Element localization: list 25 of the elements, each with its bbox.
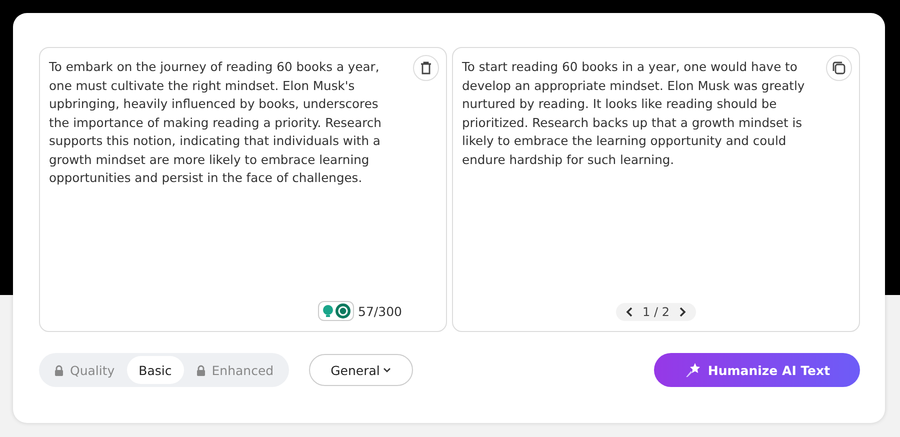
output-text: To start reading 60 books in a year, one would have to develop an appropriate mindset. Elon Musk was greatly nurtured by reading. It looks like reading should be prioritized. Research backs up that a growth mindset is likely to embrace the learning opportunity and could endure hardship for such learning. xyxy=(462,59,806,168)
input-panel[interactable] xyxy=(39,47,447,332)
trash-icon xyxy=(420,61,432,75)
previous-button[interactable] xyxy=(626,307,633,317)
sparkle-star-icon xyxy=(684,362,702,378)
word-count: 57/300 xyxy=(358,304,402,318)
copy-icon xyxy=(832,61,846,75)
next-button[interactable] xyxy=(679,307,686,317)
delete-button[interactable] xyxy=(413,55,439,81)
grammar-icon xyxy=(335,303,352,319)
extension-badge[interactable] xyxy=(318,301,354,321)
lock-icon xyxy=(54,364,64,376)
page-indicator: 1 / 2 xyxy=(642,305,670,319)
input-text: To embark on the journey of reading 60 books a year, one must cultivate the right mindset. Elon Musk's upbringing, heavily influenced by books, underscores the importance of making reading a priority. Research supports this notion, indicating that individuals with a growth mindset are more likely to embrace learning opportunities and persist in the face of challenges. xyxy=(49,59,382,187)
lock-icon xyxy=(196,364,206,376)
chevron-left-icon xyxy=(626,307,633,317)
bulb-icon xyxy=(321,304,336,318)
mode-tab[interactable]: Basic xyxy=(126,356,184,384)
mode-tab[interactable]: Quality xyxy=(42,356,127,384)
tone-dropdown[interactable]: General xyxy=(308,354,413,386)
mode-tab[interactable]: Enhanced xyxy=(184,356,286,384)
caret-icon xyxy=(382,367,391,373)
copy-button[interactable] xyxy=(826,55,852,81)
humanize-button[interactable]: Humanize AI Text xyxy=(654,353,860,387)
chevron-right-icon xyxy=(679,307,686,317)
